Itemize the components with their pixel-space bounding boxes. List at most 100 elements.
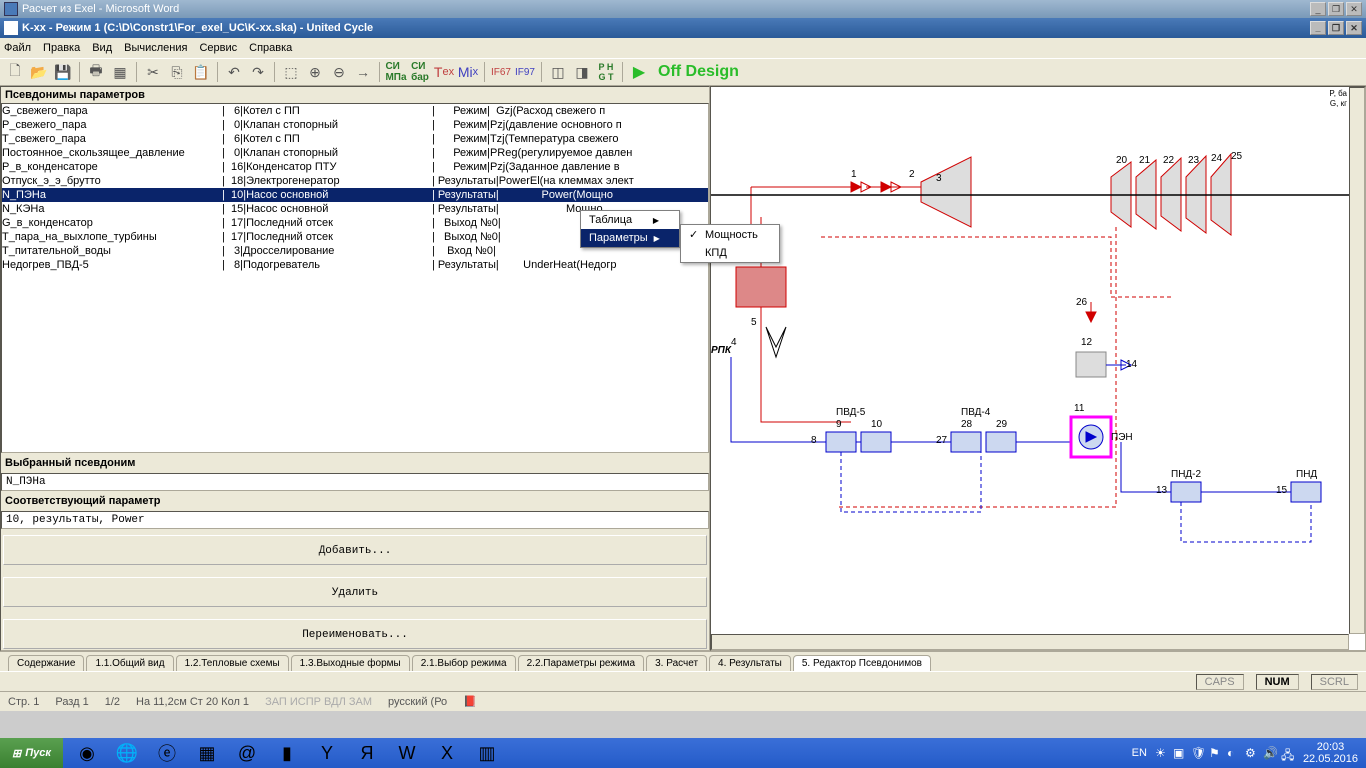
tab-item[interactable]: 5. Редактор Псевдонимов	[793, 655, 931, 671]
pgt-button[interactable]: P HG T	[595, 61, 617, 83]
pvd5-label: ПВД-5	[836, 407, 865, 418]
yandex-icon[interactable]: Y	[311, 741, 343, 765]
alias-row[interactable]: N_ПЭНа| 10|Насос основной| Результаты| P…	[2, 188, 708, 202]
diagram-canvas[interactable]: 1 2 3 20 21 22 23 24 25 5 4 26 12 14 11 …	[710, 86, 1366, 651]
ctx-kpd-item[interactable]: КПД	[681, 244, 779, 262]
tray-lang[interactable]: EN	[1132, 747, 1147, 759]
diagram-hscroll[interactable]	[711, 634, 1349, 650]
mix-button[interactable]: Mix	[457, 61, 479, 83]
si-mpa-button[interactable]: СИМПа	[385, 61, 407, 83]
system-tray: EN ☀ ▣ 🛡 ⚑ ◐ ⚙ 🔊 🖧 20:03 22.05.2016	[1124, 741, 1366, 765]
alias-list[interactable]: G_свежего_пара| 6|Котел с ПП| Режим| Gzj…	[1, 103, 709, 453]
tray-volume-icon[interactable]: 🔊	[1263, 746, 1277, 760]
mail-icon[interactable]: @	[231, 741, 263, 765]
word-minimize-button[interactable]: _	[1310, 2, 1326, 16]
delete-button[interactable]: Удалить	[3, 577, 707, 607]
menu-help[interactable]: Справка	[249, 42, 292, 54]
rename-button[interactable]: Переименовать...	[3, 619, 707, 649]
tab-item[interactable]: Содержание	[8, 655, 84, 671]
tray-icon-6[interactable]: ⚙	[1245, 746, 1259, 760]
quick-launch: ◉ 🌐 ⓔ ▦ @ ▮ Y Я W X ▥	[63, 741, 511, 765]
new-icon[interactable]: 🗋	[4, 61, 26, 83]
uc-task-icon[interactable]: ▥	[471, 741, 503, 765]
ya-icon[interactable]: Я	[351, 741, 383, 765]
app1-icon[interactable]: ▮	[271, 741, 303, 765]
menu-file[interactable]: Файл	[4, 42, 31, 54]
menu-edit[interactable]: Правка	[43, 42, 80, 54]
add-button[interactable]: Добавить...	[3, 535, 707, 565]
open-icon[interactable]: 📂	[28, 61, 50, 83]
ie-icon[interactable]: ⓔ	[151, 741, 183, 765]
tray-icon-5[interactable]: ◐	[1227, 746, 1241, 760]
menu-service[interactable]: Сервис	[199, 42, 237, 54]
media-player-icon[interactable]: ◉	[71, 741, 103, 765]
start-button[interactable]: ⊞ Пуск	[0, 738, 63, 768]
pages-indicator: 1/2	[105, 696, 120, 708]
paste-icon[interactable]: 📋	[190, 61, 212, 83]
if67-button[interactable]: IF67	[490, 61, 512, 83]
tray-icon-4[interactable]: ⚑	[1209, 746, 1223, 760]
alias-row[interactable]: P_в_конденсаторе| 16|Конденсатор ПТУ| Ре…	[2, 160, 708, 174]
selected-alias-field[interactable]: N_ПЭНа	[1, 473, 709, 491]
excel-task-icon[interactable]: X	[431, 741, 463, 765]
chart1-icon[interactable]: ◫	[547, 61, 569, 83]
menu-calc[interactable]: Вычисления	[124, 42, 187, 54]
chart2-icon[interactable]: ◨	[571, 61, 593, 83]
save-icon[interactable]: 💾	[52, 61, 74, 83]
alias-row[interactable]: Отпуск_э_э_брутто| 18|Электрогенератор| …	[2, 174, 708, 188]
cut-icon[interactable]: ✂	[142, 61, 164, 83]
alias-row[interactable]: Недогрев_ПВД-5| 8|Подогреватель| Результ…	[2, 258, 708, 272]
menu-view[interactable]: Вид	[92, 42, 112, 54]
copy-icon[interactable]: ⎘	[166, 61, 188, 83]
play-icon[interactable]: ▶	[628, 61, 650, 83]
tray-network-icon[interactable]: 🖧	[1281, 746, 1295, 760]
word-task-icon[interactable]: W	[391, 741, 423, 765]
tab-item[interactable]: 4. Результаты	[709, 655, 791, 671]
uc-restore-button[interactable]: ❐	[1328, 21, 1344, 35]
ctx-params-item[interactable]: Параметры▶	[581, 229, 679, 247]
alias-row[interactable]: P_свежего_пара| 0|Клапан стопорный| Режи…	[2, 118, 708, 132]
mpc-icon[interactable]: ▦	[191, 741, 223, 765]
redo-icon[interactable]: ↷	[247, 61, 269, 83]
if97-button[interactable]: IF97	[514, 61, 536, 83]
chrome-icon[interactable]: 🌐	[111, 741, 143, 765]
uc-close-button[interactable]: ✕	[1346, 21, 1362, 35]
ctx-table-item[interactable]: Таблица▶	[581, 211, 679, 229]
diagram-vscroll[interactable]	[1349, 87, 1365, 634]
book-icon[interactable]: 📕	[463, 695, 477, 708]
uc-minimize-button[interactable]: _	[1310, 21, 1326, 35]
tab-item[interactable]: 2.2.Параметры режима	[518, 655, 645, 671]
ctx-power-item[interactable]: ✓Мощность	[681, 225, 779, 244]
alias-row[interactable]: T_свежего_пара| 6|Котел с ПП| Режим|Tzj(…	[2, 132, 708, 146]
undo-icon[interactable]: ↶	[223, 61, 245, 83]
si-bar-button[interactable]: СИбар	[409, 61, 431, 83]
tab-item[interactable]: 1.1.Общий вид	[86, 655, 173, 671]
word-restore-button[interactable]: ❐	[1328, 2, 1344, 16]
zoom-out-icon[interactable]: ⊖	[328, 61, 350, 83]
tab-item[interactable]: 2.1.Выбор режима	[412, 655, 516, 671]
pnd-label: ПНД	[1296, 469, 1317, 480]
tray-clock[interactable]: 20:03 22.05.2016	[1303, 741, 1358, 765]
tab-item[interactable]: 1.2.Тепловые схемы	[176, 655, 289, 671]
axis-g-label: G, кг	[1330, 99, 1347, 108]
tab-item[interactable]: 3. Расчет	[646, 655, 707, 671]
print-icon[interactable]: 🖶	[85, 61, 107, 83]
word-titlebar: Расчет из Exel - Microsoft Word _ ❐ ✕	[0, 0, 1366, 18]
alias-row[interactable]: G_свежего_пара| 6|Котел с ПП| Режим| Gzj…	[2, 104, 708, 118]
tray-icon-3[interactable]: 🛡	[1191, 746, 1205, 760]
zoom-in-icon[interactable]: ⊕	[304, 61, 326, 83]
alias-row[interactable]: Постоянное_скользящее_давление| 0|Клапан…	[2, 146, 708, 160]
word-icon	[4, 2, 18, 16]
tray-icon-2[interactable]: ▣	[1173, 746, 1187, 760]
word-close-button[interactable]: ✕	[1346, 2, 1362, 16]
left-panel: Псевдонимы параметров G_свежего_пара| 6|…	[0, 86, 710, 651]
zoom-rect-icon[interactable]: ⬚	[280, 61, 302, 83]
corresponding-param-field[interactable]: 10, результаты, Power	[1, 511, 709, 529]
arrow-icon[interactable]: →	[352, 61, 374, 83]
tex-button[interactable]: Tex	[433, 61, 455, 83]
word-title-text: Расчет из Exel - Microsoft Word	[22, 3, 179, 15]
tray-icon-1[interactable]: ☀	[1155, 746, 1169, 760]
preview-icon[interactable]: ▦	[109, 61, 131, 83]
tab-item[interactable]: 1.3.Выходные формы	[291, 655, 410, 671]
uc-titlebar: K-xx - Режим 1 (C:\D\Constr1\For_exel_UC…	[0, 18, 1366, 38]
